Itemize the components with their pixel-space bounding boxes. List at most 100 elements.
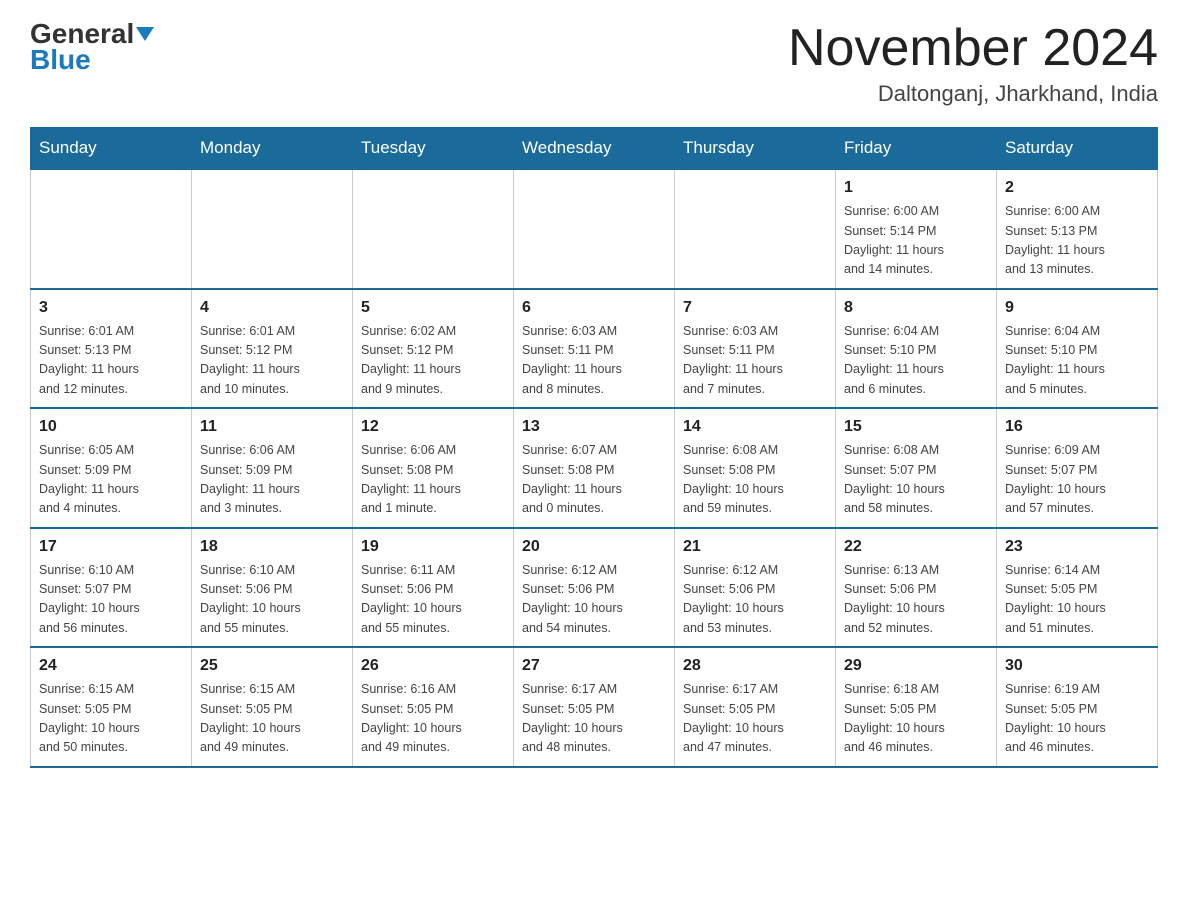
calendar-cell: 23Sunrise: 6:14 AMSunset: 5:05 PMDayligh… <box>997 528 1158 648</box>
logo: General Blue <box>30 20 154 76</box>
day-number: 4 <box>200 296 344 320</box>
sun-info: Sunrise: 6:15 AMSunset: 5:05 PMDaylight:… <box>39 680 183 758</box>
sun-info: Sunrise: 6:16 AMSunset: 5:05 PMDaylight:… <box>361 680 505 758</box>
sun-info: Sunrise: 6:02 AMSunset: 5:12 PMDaylight:… <box>361 322 505 400</box>
sun-info: Sunrise: 6:04 AMSunset: 5:10 PMDaylight:… <box>1005 322 1149 400</box>
day-number: 1 <box>844 176 988 200</box>
calendar-cell: 29Sunrise: 6:18 AMSunset: 5:05 PMDayligh… <box>836 647 997 767</box>
calendar-cell: 5Sunrise: 6:02 AMSunset: 5:12 PMDaylight… <box>353 289 514 409</box>
sun-info: Sunrise: 6:19 AMSunset: 5:05 PMDaylight:… <box>1005 680 1149 758</box>
calendar-cell: 17Sunrise: 6:10 AMSunset: 5:07 PMDayligh… <box>31 528 192 648</box>
sun-info: Sunrise: 6:06 AMSunset: 5:09 PMDaylight:… <box>200 441 344 519</box>
sun-info: Sunrise: 6:10 AMSunset: 5:07 PMDaylight:… <box>39 561 183 639</box>
day-number: 24 <box>39 654 183 678</box>
day-number: 7 <box>683 296 827 320</box>
logo-blue: Blue <box>30 44 91 76</box>
sun-info: Sunrise: 6:03 AMSunset: 5:11 PMDaylight:… <box>683 322 827 400</box>
calendar-cell: 24Sunrise: 6:15 AMSunset: 5:05 PMDayligh… <box>31 647 192 767</box>
calendar-cell: 27Sunrise: 6:17 AMSunset: 5:05 PMDayligh… <box>514 647 675 767</box>
calendar-cell: 7Sunrise: 6:03 AMSunset: 5:11 PMDaylight… <box>675 289 836 409</box>
day-number: 27 <box>522 654 666 678</box>
sun-info: Sunrise: 6:12 AMSunset: 5:06 PMDaylight:… <box>683 561 827 639</box>
calendar-table: SundayMondayTuesdayWednesdayThursdayFrid… <box>30 127 1158 768</box>
sun-info: Sunrise: 6:07 AMSunset: 5:08 PMDaylight:… <box>522 441 666 519</box>
day-number: 8 <box>844 296 988 320</box>
sun-info: Sunrise: 6:11 AMSunset: 5:06 PMDaylight:… <box>361 561 505 639</box>
calendar-cell: 4Sunrise: 6:01 AMSunset: 5:12 PMDaylight… <box>192 289 353 409</box>
sun-info: Sunrise: 6:10 AMSunset: 5:06 PMDaylight:… <box>200 561 344 639</box>
calendar-cell: 26Sunrise: 6:16 AMSunset: 5:05 PMDayligh… <box>353 647 514 767</box>
day-number: 29 <box>844 654 988 678</box>
day-number: 16 <box>1005 415 1149 439</box>
day-number: 9 <box>1005 296 1149 320</box>
calendar-header-friday: Friday <box>836 128 997 170</box>
sun-info: Sunrise: 6:17 AMSunset: 5:05 PMDaylight:… <box>522 680 666 758</box>
day-number: 15 <box>844 415 988 439</box>
day-number: 13 <box>522 415 666 439</box>
calendar-header-sunday: Sunday <box>31 128 192 170</box>
day-number: 28 <box>683 654 827 678</box>
calendar-header-thursday: Thursday <box>675 128 836 170</box>
calendar-cell: 8Sunrise: 6:04 AMSunset: 5:10 PMDaylight… <box>836 289 997 409</box>
calendar-cell: 16Sunrise: 6:09 AMSunset: 5:07 PMDayligh… <box>997 408 1158 528</box>
calendar-cell: 22Sunrise: 6:13 AMSunset: 5:06 PMDayligh… <box>836 528 997 648</box>
calendar-header-saturday: Saturday <box>997 128 1158 170</box>
day-number: 30 <box>1005 654 1149 678</box>
calendar-week-2: 3Sunrise: 6:01 AMSunset: 5:13 PMDaylight… <box>31 289 1158 409</box>
calendar-cell: 30Sunrise: 6:19 AMSunset: 5:05 PMDayligh… <box>997 647 1158 767</box>
day-number: 19 <box>361 535 505 559</box>
calendar-cell <box>353 169 514 289</box>
sun-info: Sunrise: 6:00 AMSunset: 5:14 PMDaylight:… <box>844 202 988 280</box>
sun-info: Sunrise: 6:05 AMSunset: 5:09 PMDaylight:… <box>39 441 183 519</box>
calendar-header-wednesday: Wednesday <box>514 128 675 170</box>
calendar-cell: 20Sunrise: 6:12 AMSunset: 5:06 PMDayligh… <box>514 528 675 648</box>
calendar-header-row: SundayMondayTuesdayWednesdayThursdayFrid… <box>31 128 1158 170</box>
calendar-cell: 13Sunrise: 6:07 AMSunset: 5:08 PMDayligh… <box>514 408 675 528</box>
calendar-week-3: 10Sunrise: 6:05 AMSunset: 5:09 PMDayligh… <box>31 408 1158 528</box>
calendar-cell <box>31 169 192 289</box>
calendar-cell: 9Sunrise: 6:04 AMSunset: 5:10 PMDaylight… <box>997 289 1158 409</box>
sun-info: Sunrise: 6:13 AMSunset: 5:06 PMDaylight:… <box>844 561 988 639</box>
day-number: 18 <box>200 535 344 559</box>
day-number: 12 <box>361 415 505 439</box>
sun-info: Sunrise: 6:15 AMSunset: 5:05 PMDaylight:… <box>200 680 344 758</box>
calendar-cell: 1Sunrise: 6:00 AMSunset: 5:14 PMDaylight… <box>836 169 997 289</box>
day-number: 21 <box>683 535 827 559</box>
day-number: 10 <box>39 415 183 439</box>
calendar-cell <box>514 169 675 289</box>
sun-info: Sunrise: 6:03 AMSunset: 5:11 PMDaylight:… <box>522 322 666 400</box>
sun-info: Sunrise: 6:08 AMSunset: 5:08 PMDaylight:… <box>683 441 827 519</box>
calendar-cell: 18Sunrise: 6:10 AMSunset: 5:06 PMDayligh… <box>192 528 353 648</box>
calendar-cell: 21Sunrise: 6:12 AMSunset: 5:06 PMDayligh… <box>675 528 836 648</box>
calendar-cell: 15Sunrise: 6:08 AMSunset: 5:07 PMDayligh… <box>836 408 997 528</box>
calendar-cell: 25Sunrise: 6:15 AMSunset: 5:05 PMDayligh… <box>192 647 353 767</box>
day-number: 3 <box>39 296 183 320</box>
sun-info: Sunrise: 6:17 AMSunset: 5:05 PMDaylight:… <box>683 680 827 758</box>
day-number: 14 <box>683 415 827 439</box>
sun-info: Sunrise: 6:01 AMSunset: 5:13 PMDaylight:… <box>39 322 183 400</box>
day-number: 2 <box>1005 176 1149 200</box>
sun-info: Sunrise: 6:00 AMSunset: 5:13 PMDaylight:… <box>1005 202 1149 280</box>
calendar-week-5: 24Sunrise: 6:15 AMSunset: 5:05 PMDayligh… <box>31 647 1158 767</box>
calendar-cell: 28Sunrise: 6:17 AMSunset: 5:05 PMDayligh… <box>675 647 836 767</box>
sun-info: Sunrise: 6:01 AMSunset: 5:12 PMDaylight:… <box>200 322 344 400</box>
sun-info: Sunrise: 6:08 AMSunset: 5:07 PMDaylight:… <box>844 441 988 519</box>
calendar-cell: 10Sunrise: 6:05 AMSunset: 5:09 PMDayligh… <box>31 408 192 528</box>
calendar-header-tuesday: Tuesday <box>353 128 514 170</box>
logo-triangle-icon <box>136 27 154 41</box>
calendar-cell: 12Sunrise: 6:06 AMSunset: 5:08 PMDayligh… <box>353 408 514 528</box>
day-number: 26 <box>361 654 505 678</box>
day-number: 23 <box>1005 535 1149 559</box>
sun-info: Sunrise: 6:04 AMSunset: 5:10 PMDaylight:… <box>844 322 988 400</box>
day-number: 11 <box>200 415 344 439</box>
calendar-cell: 14Sunrise: 6:08 AMSunset: 5:08 PMDayligh… <box>675 408 836 528</box>
calendar-week-1: 1Sunrise: 6:00 AMSunset: 5:14 PMDaylight… <box>31 169 1158 289</box>
month-year: November 2024 <box>788 20 1158 77</box>
day-number: 20 <box>522 535 666 559</box>
day-number: 25 <box>200 654 344 678</box>
sun-info: Sunrise: 6:18 AMSunset: 5:05 PMDaylight:… <box>844 680 988 758</box>
day-number: 5 <box>361 296 505 320</box>
day-number: 17 <box>39 535 183 559</box>
calendar-cell <box>675 169 836 289</box>
calendar-cell: 11Sunrise: 6:06 AMSunset: 5:09 PMDayligh… <box>192 408 353 528</box>
